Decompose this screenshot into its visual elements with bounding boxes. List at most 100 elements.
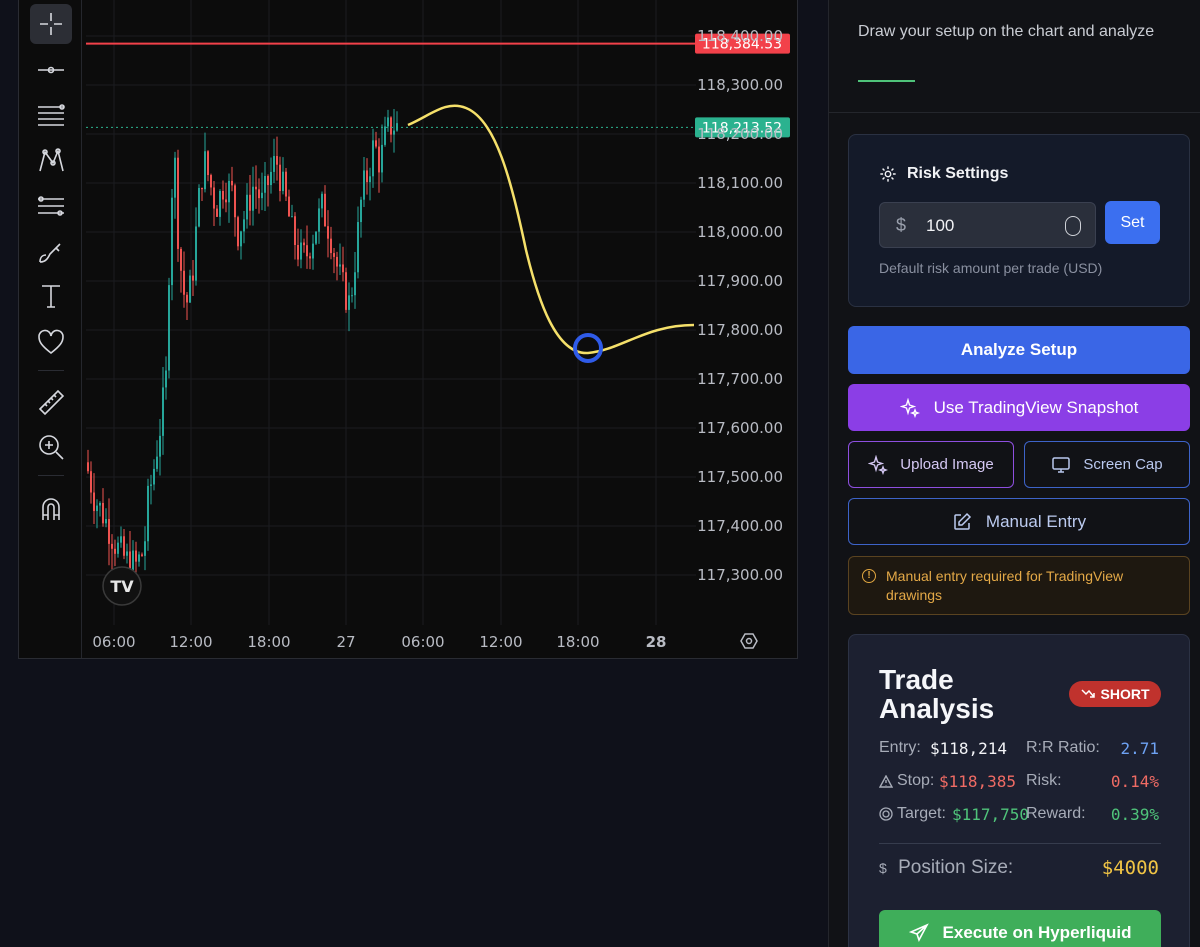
target-label-group: Target: — [879, 805, 946, 823]
candle-body — [357, 222, 359, 273]
candle-body — [183, 270, 185, 295]
risk-amount-input[interactable] — [926, 213, 1046, 239]
sidebar-header: Draw your setup on the chart and analyze — [829, 0, 1200, 113]
candle-body — [180, 248, 182, 271]
tradingview-snapshot-button[interactable]: Use TradingView Snapshot — [848, 384, 1190, 431]
tradingview-logo[interactable]: TV — [102, 566, 142, 606]
candle-body — [240, 231, 242, 247]
candle-body — [393, 130, 395, 135]
crosshair-tool[interactable] — [30, 4, 72, 44]
ruler-tool[interactable] — [30, 382, 72, 422]
screen-cap-label: Screen Cap — [1083, 456, 1163, 473]
candle-body — [261, 192, 263, 199]
candle-body — [303, 242, 305, 246]
horizontal-line-tool[interactable] — [30, 50, 72, 90]
set-risk-button[interactable]: Set — [1105, 201, 1160, 244]
number-spinner-icon[interactable] — [1065, 216, 1081, 236]
chart-settings-icon[interactable] — [740, 633, 758, 649]
measure-lines-tool[interactable] — [30, 186, 72, 226]
position-size-label-group: $ Position Size: — [879, 857, 1013, 879]
fib-lines-tool[interactable] — [30, 95, 72, 135]
candle-body — [120, 536, 122, 543]
candle-body — [390, 117, 392, 135]
rr-label: R:R Ratio: — [1026, 739, 1100, 756]
app-root: 118,384.53 118,213.52 118,400.00 118,300.0… — [0, 0, 1200, 947]
zoom-tool[interactable] — [30, 427, 72, 467]
candle-body — [279, 164, 281, 192]
candle-body — [207, 151, 209, 176]
user-drawing — [407, 104, 695, 363]
candle-body — [381, 144, 383, 173]
candle-body — [345, 272, 347, 310]
candle-body — [114, 548, 116, 554]
candle-body — [369, 176, 371, 183]
text-tool[interactable] — [30, 276, 72, 316]
dollar-icon: $ — [879, 860, 887, 876]
analyze-setup-button[interactable]: Analyze Setup — [848, 326, 1190, 374]
notice-text: Manual entry required for TradingView dr… — [886, 568, 1124, 603]
time-tick-label: 12:00 — [479, 633, 522, 651]
candle-body — [231, 180, 233, 186]
candle-body — [117, 542, 119, 554]
candle-body — [375, 140, 377, 147]
candle-body — [213, 187, 215, 209]
price-chart[interactable]: 118,384.53118,213.52 118,400.00118,300.0… — [86, 0, 798, 658]
candle-body — [330, 238, 332, 254]
risk-label: Risk: — [1026, 772, 1062, 789]
price-tick-label: 117,800.00 — [697, 321, 783, 339]
candle-body — [162, 387, 164, 436]
candle-body — [264, 175, 266, 193]
candle-body — [189, 275, 191, 303]
toolbar-divider — [38, 370, 64, 371]
candle-body — [165, 370, 167, 388]
price-tick-label: 117,300.00 — [697, 566, 783, 584]
favorites-tool[interactable] — [30, 322, 72, 362]
candle-body — [327, 226, 329, 239]
candle-body — [102, 502, 104, 524]
price-axis: 118,400.00 118,300.00 118,200.00 118,100.00… — [697, 27, 783, 584]
candle-body — [177, 157, 179, 249]
monitor-icon — [1052, 456, 1071, 473]
upload-image-button[interactable]: Upload Image — [848, 441, 1014, 488]
pattern-tool[interactable] — [30, 140, 72, 180]
candle-body — [237, 217, 239, 247]
candle-body — [258, 189, 260, 199]
drawing-toolbar — [20, 0, 82, 658]
candle-body — [342, 264, 344, 273]
position-size-label: Position Size: — [898, 857, 1014, 878]
horizontal-line-icon — [38, 66, 64, 74]
risk-amount-field[interactable]: $ — [879, 202, 1096, 248]
stop-value: $118,385 — [939, 772, 1017, 791]
candle-body — [378, 146, 380, 173]
zoom-in-icon — [39, 435, 64, 460]
candle-body — [249, 194, 251, 211]
candle-body — [360, 199, 362, 223]
manual-entry-button[interactable]: Manual Entry — [848, 498, 1190, 545]
setup-sidebar: Draw your setup on the chart and analyze… — [828, 0, 1200, 947]
reward-value: 0.39% — [1110, 805, 1159, 824]
candle-body — [333, 253, 335, 257]
candle-body — [111, 543, 113, 549]
candle-body — [90, 471, 92, 493]
screen-cap-button[interactable]: Screen Cap — [1024, 441, 1190, 488]
brush-tool[interactable] — [30, 232, 72, 272]
candle-body — [309, 256, 311, 259]
risk-settings-title: Risk Settings — [907, 165, 1009, 182]
target-label: Target: — [897, 805, 946, 822]
candle-body — [147, 485, 149, 542]
chart-grid — [86, 0, 696, 625]
warning-circle-icon: ! — [862, 569, 876, 583]
candle-body — [351, 295, 353, 297]
candle-body — [216, 208, 218, 217]
candle-body — [159, 435, 161, 457]
candle-body — [318, 208, 320, 232]
execute-hyperliquid-button[interactable]: Execute on Hyperliquid — [879, 910, 1161, 947]
time-tick-label: 28 — [646, 633, 667, 651]
magnet-tool[interactable] — [30, 488, 72, 528]
time-axis: 06:00 12:00 18:00 27 06:00 12:00 18:00 28 — [92, 633, 666, 651]
price-tick-label: 118,400.00 — [697, 27, 783, 45]
execute-label: Execute on Hyperliquid — [942, 923, 1132, 942]
candle-body — [204, 151, 206, 190]
candle-body — [135, 550, 137, 562]
candle-body — [288, 196, 290, 217]
